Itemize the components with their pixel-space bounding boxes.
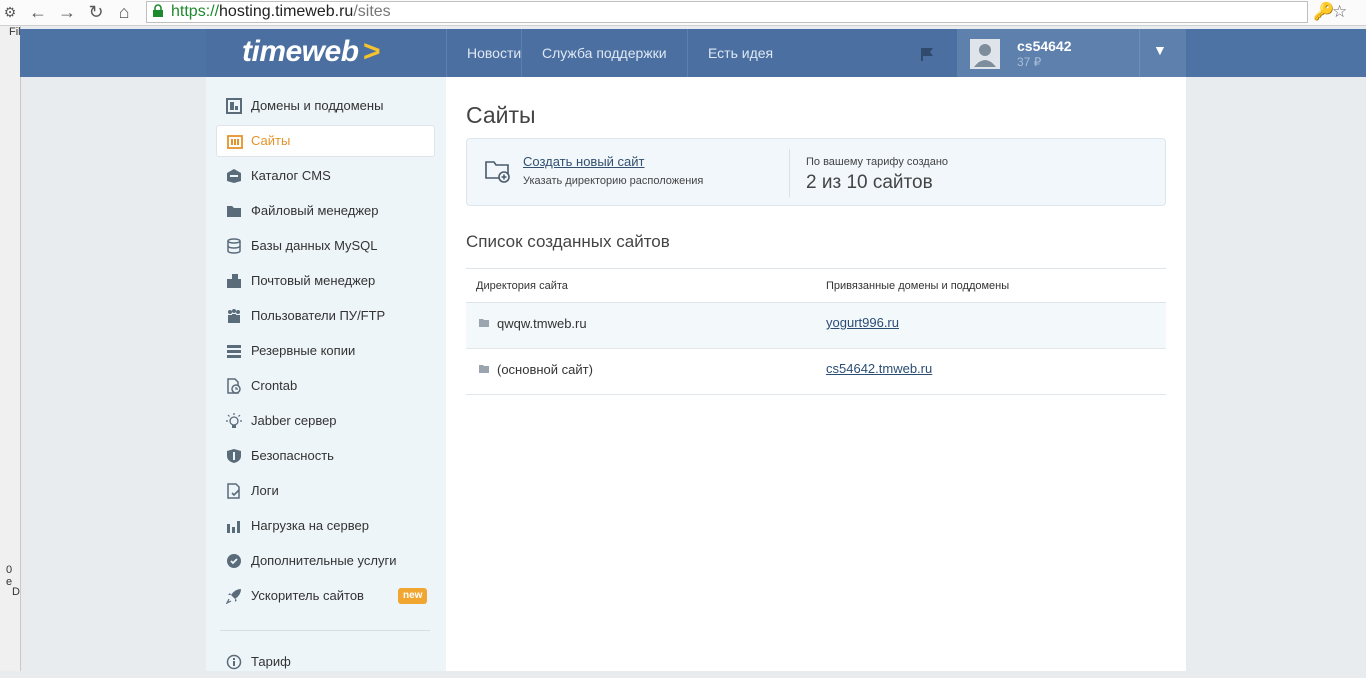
domains-icon [226, 98, 242, 114]
table-row: qwqw.tmweb.ru yogurt996.ru [466, 303, 1166, 349]
lock-icon [153, 4, 163, 17]
nav-support[interactable]: Служба поддержки [521, 29, 687, 77]
reload-icon[interactable]: ↻ [86, 2, 106, 22]
sites-list-title: Список созданных сайтов [466, 232, 670, 251]
browser-toolbar: ⚙ ← → ↻ ⌂ https://hosting.timeweb.ru/sit… [0, 0, 1366, 26]
sidebar-item-mysql[interactable]: Базы данных MySQL [216, 230, 435, 262]
sidebar-item-logs[interactable]: Логи [216, 475, 435, 507]
database-icon [227, 238, 241, 254]
create-site-link[interactable]: Создать новый сайт [523, 154, 645, 169]
star-icon[interactable]: ☆ [1332, 2, 1347, 22]
column-header-domains: Привязанные домены и поддомены [826, 280, 1010, 292]
folder-icon [479, 319, 489, 327]
sidebar-item-label: Jabber сервер [251, 413, 337, 428]
page-title: Сайты [466, 102, 536, 128]
folder-icon [479, 365, 489, 373]
bulb-icon [226, 413, 242, 428]
home-icon[interactable]: ⌂ [114, 2, 134, 22]
sidebar-item-label: Нагрузка на сервер [251, 518, 369, 533]
content-area: Домены и поддомены Сайты Каталог CMS Фай… [206, 77, 1186, 671]
forward-icon[interactable]: → [57, 2, 77, 22]
sidebar-item-label: Каталог CMS [251, 168, 331, 183]
sidebar-item-cms[interactable]: Каталог CMS [216, 160, 435, 192]
url-text: https://hosting.timeweb.ru/sites [171, 3, 391, 20]
quota-value: 2 из 10 сайтов [806, 172, 933, 193]
users-icon [228, 309, 240, 323]
log-icon [227, 483, 240, 499]
sidebar-item-extra-services[interactable]: Дополнительные услуги [216, 545, 435, 577]
rocket-icon [226, 589, 241, 604]
column-header-directory: Директория сайта [476, 280, 568, 292]
sidebar-item-label: Ускоритель сайтов [251, 588, 364, 603]
backup-icon [227, 345, 241, 358]
flag-icon[interactable] [920, 47, 934, 61]
sidebar-item-jabber[interactable]: Jabber сервер [216, 405, 435, 437]
new-badge: new [398, 588, 428, 604]
sidebar-item-tariff[interactable]: Тариф [216, 646, 435, 678]
sidebar-divider [220, 630, 430, 631]
timeweb-logo[interactable]: timeweb > [242, 35, 380, 69]
sidebar-item-label: Файловый менеджер [251, 203, 379, 218]
shield-icon [227, 449, 241, 463]
sidebar-item-sites[interactable]: Сайты [216, 125, 435, 157]
site-header: timeweb > Новости Служба поддержки Есть и… [20, 29, 1366, 77]
site-domain-link[interactable]: cs54642.tmweb.ru [826, 361, 932, 376]
user-menu[interactable]: cs54642 37 ₽ ▼ [957, 29, 1186, 77]
table-row: (основной сайт) cs54642.tmweb.ru [466, 349, 1166, 395]
sidebar-item-label: Базы данных MySQL [251, 238, 378, 253]
site-domain-link[interactable]: yogurt996.ru [826, 315, 899, 330]
create-site-panel: Создать новый сайт Указать директорию ра… [466, 138, 1166, 206]
sidebar-item-label: Почтовый менеджер [251, 273, 376, 288]
sidebar-item-label: Тариф [251, 654, 291, 669]
create-site-hint: Указать директорию расположения [523, 175, 704, 187]
sidebar-item-label: Резервные копии [251, 343, 356, 358]
sites-icon [227, 135, 243, 149]
sidebar-item-label: Безопасность [251, 448, 334, 463]
sidebar: Домены и поддомены Сайты Каталог CMS Фай… [206, 77, 446, 671]
chevron-down-icon[interactable]: ▼ [1153, 42, 1167, 58]
back-icon[interactable]: ← [28, 2, 48, 22]
folder-icon [227, 206, 241, 217]
gear-badge-icon [227, 554, 241, 568]
cms-box-icon [227, 169, 241, 183]
username: cs54642 [1017, 38, 1072, 54]
sidebar-item-load[interactable]: Нагрузка на сервер [216, 510, 435, 542]
divider [1139, 29, 1140, 77]
strip-label: 0 e [6, 564, 13, 588]
sidebar-item-label: Домены и поддомены [251, 98, 384, 113]
folder-plus-icon[interactable] [485, 159, 511, 183]
sidebar-item-label: Логи [251, 483, 279, 498]
sidebar-item-domains[interactable]: Домены и поддомены [216, 90, 435, 122]
sidebar-item-label: Crontab [251, 378, 298, 393]
strip-label: Fil [9, 26, 21, 38]
balance: 37 ₽ [1017, 55, 1042, 69]
quota-label: По вашему тарифу создано [806, 156, 949, 168]
mail-icon [227, 274, 241, 288]
header-bar: timeweb > Новости Служба поддержки Есть и… [206, 29, 1186, 77]
address-bar[interactable]: https://hosting.timeweb.ru/sites [146, 1, 1308, 23]
nav-idea[interactable]: Есть идея [687, 29, 793, 77]
sidebar-item-accelerator[interactable]: Ускоритель сайтов new [216, 580, 435, 612]
sidebar-item-label: Пользователи ПУ/FTP [251, 308, 386, 323]
sidebar-item-label: Сайты [251, 133, 291, 148]
app-icon: ⚙ [3, 4, 17, 20]
strip-label: D [12, 586, 20, 598]
sidebar-item-files[interactable]: Файловый менеджер [216, 195, 435, 227]
site-directory: qwqw.tmweb.ru [497, 316, 587, 331]
background-window-strip: Fil 0 e D [0, 26, 21, 671]
sidebar-item-mail[interactable]: Почтовый менеджер [216, 265, 435, 297]
clock-file-icon [227, 378, 241, 394]
sidebar-item-ftp-users[interactable]: Пользователи ПУ/FTP [216, 300, 435, 332]
key-icon[interactable]: 🔑 [1313, 2, 1334, 22]
avatar [970, 39, 1000, 69]
bar-chart-icon [227, 521, 240, 533]
site-directory: (основной сайт) [497, 362, 593, 377]
info-icon [226, 654, 242, 670]
sidebar-item-label: Дополнительные услуги [251, 553, 397, 568]
sidebar-item-security[interactable]: Безопасность [216, 440, 435, 472]
table-header: Директория сайта Привязанные домены и по… [466, 268, 1166, 303]
sidebar-item-crontab[interactable]: Crontab [216, 370, 435, 402]
divider [789, 149, 790, 197]
sidebar-item-backups[interactable]: Резервные копии [216, 335, 435, 367]
